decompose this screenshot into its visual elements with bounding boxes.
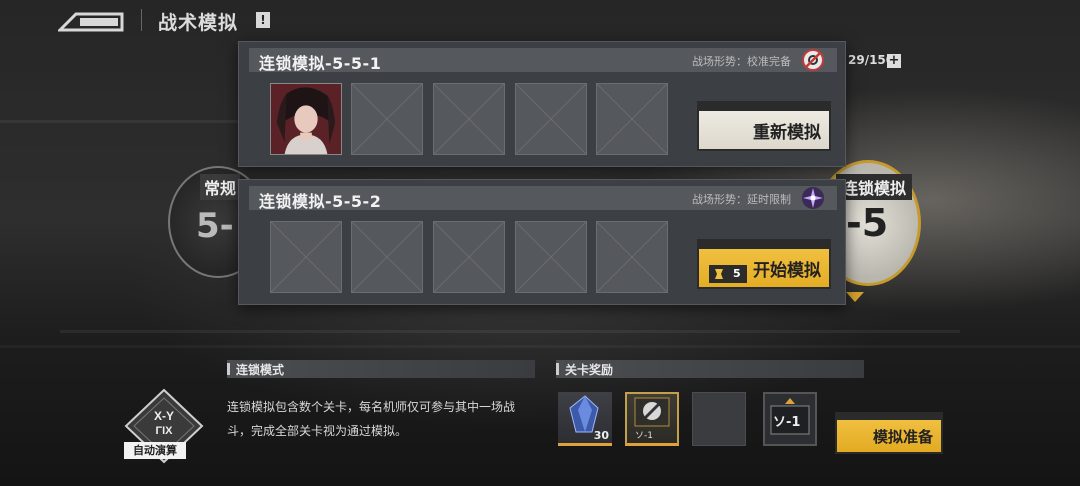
svg-text:X-Y: X-Y	[154, 409, 174, 423]
button-label: 开始模拟	[753, 261, 821, 281]
empty-slot-icon	[597, 84, 667, 154]
empty-slot-icon	[434, 84, 504, 154]
empty-slot-icon	[516, 222, 586, 292]
empty-slot-icon	[597, 222, 667, 292]
empty-pilot-slot[interactable]	[351, 83, 423, 155]
empty-pilot-slot[interactable]	[351, 221, 423, 293]
panel-header: 连锁模拟-5-5-1 战场形势：校准完备	[249, 48, 837, 73]
button-strip	[699, 103, 829, 111]
empty-slot-icon	[516, 84, 586, 154]
empty-pilot-slot[interactable]	[515, 83, 587, 155]
info-icon[interactable]: !	[256, 12, 270, 28]
stage-node-number: -5	[846, 201, 889, 245]
empty-slot-icon	[352, 222, 422, 292]
button-strip	[837, 414, 941, 420]
reward-item[interactable]: ソ-1	[625, 392, 679, 446]
empty-slot-icon	[271, 222, 341, 292]
retry-simulation-button[interactable]: 重新模拟	[697, 101, 831, 151]
back-arrow-icon	[56, 12, 124, 32]
selected-indicator-icon	[846, 292, 864, 302]
section-title: 关卡奖励	[565, 363, 614, 377]
reward-item[interactable]	[692, 392, 746, 446]
section-title: 连锁模式	[236, 363, 285, 377]
stamina-cost-value: 5	[733, 267, 741, 280]
battle-condition: 战场形势：延时限制	[692, 193, 791, 206]
auto-battle-label: 自动演算	[124, 442, 186, 459]
panel-title: 连锁模拟-5-5-1	[259, 54, 382, 73]
reward-item[interactable]: 30	[558, 392, 612, 446]
empty-pilot-slot[interactable]	[596, 221, 668, 293]
button-label: 重新模拟	[753, 123, 821, 143]
pilot-portrait[interactable]	[270, 83, 342, 155]
empty-slot-icon	[434, 222, 504, 292]
page-title: 战术模拟	[158, 12, 239, 34]
battle-condition: 战场形势：校准完备	[692, 55, 791, 68]
chain-mode-description: 连锁模拟包含数个关卡，每名机师仅可参与其中一场战斗，完成全部关卡视为通过模拟。	[227, 400, 516, 438]
reward-tag: ソ-1	[635, 431, 653, 441]
section-bar	[227, 363, 230, 375]
chain-panel-1: 连锁模拟-5-5-1 战场形势：校准完备 重新模拟	[238, 41, 846, 167]
top-bar: 战术模拟 !	[0, 0, 1080, 42]
prepare-simulation-button[interactable]: 模拟准备	[835, 412, 943, 454]
button-strip	[699, 241, 829, 249]
empty-pilot-slot[interactable]	[433, 221, 505, 293]
no-aim-icon[interactable]	[801, 48, 825, 72]
empty-slot-icon	[693, 393, 745, 445]
stage-node-tag: 常规	[200, 174, 241, 200]
reward-count: 30	[593, 429, 609, 442]
empty-pilot-slot[interactable]	[270, 221, 342, 293]
button-label: 模拟准备	[872, 428, 933, 446]
svg-text:ΓIX: ΓIX	[155, 425, 173, 437]
back-button[interactable]	[56, 8, 124, 32]
stage-node-number: 5-	[196, 206, 234, 246]
panel-title: 连锁模拟-5-5-2	[259, 192, 382, 211]
chain-panel-2: 连锁模拟-5-5-2 战场形势：延时限制 5 开始模拟	[238, 179, 846, 305]
empty-pilot-slot[interactable]	[433, 83, 505, 155]
stamina-cost: 5	[709, 265, 747, 283]
panel-header: 连锁模拟-5-5-2 战场形势：延时限制	[249, 186, 837, 211]
empty-slot-icon	[352, 84, 422, 154]
reward-tag: ソ-1	[773, 415, 801, 430]
divider	[141, 9, 142, 31]
reward-item[interactable]: ソ-1	[763, 392, 817, 446]
pilot-avatar-icon	[271, 84, 341, 154]
rewards-header: 关卡奖励	[556, 360, 864, 378]
start-simulation-button[interactable]: 5 开始模拟	[697, 239, 831, 289]
empty-pilot-slot[interactable]	[515, 221, 587, 293]
section-bar	[556, 363, 559, 375]
stamina-icon	[715, 269, 723, 279]
empty-pilot-slot[interactable]	[596, 83, 668, 155]
add-stamina-button[interactable]: +	[887, 54, 901, 68]
chain-mode-header: 连锁模式	[227, 360, 535, 378]
purple-burst-icon[interactable]	[801, 186, 825, 210]
stage-node-tag: 连锁模拟	[836, 174, 913, 200]
